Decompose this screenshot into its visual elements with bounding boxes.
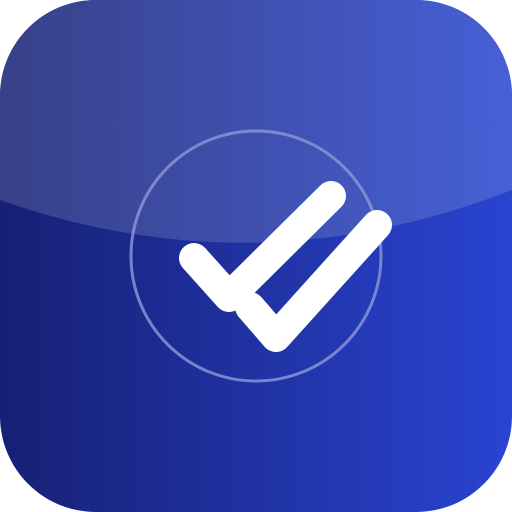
canvas — [0, 0, 512, 512]
icon-gloss-highlight — [0, 0, 512, 243]
app-icon-graphic — [0, 0, 512, 512]
double-checkmark-app-icon[interactable] — [0, 0, 512, 512]
